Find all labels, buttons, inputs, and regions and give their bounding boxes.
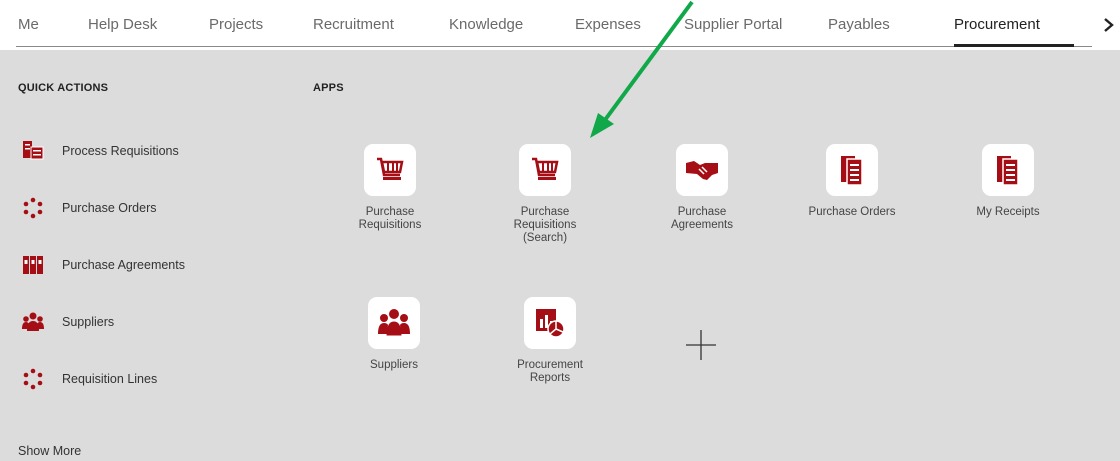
handshake-icon — [676, 144, 728, 196]
plus-icon[interactable] — [684, 328, 718, 362]
quick-action-label: Process Requisitions — [62, 144, 179, 158]
app-label: Purchase Requisitions — [358, 206, 422, 231]
chevron-right-icon[interactable] — [1098, 14, 1120, 36]
app-purchase-requisitions[interactable]: Purchase Requisitions — [340, 144, 440, 232]
quick-action-purchase-orders[interactable]: Purchase Orders — [22, 196, 156, 220]
quick-action-label: Suppliers — [62, 315, 115, 329]
document-icon — [982, 144, 1034, 196]
app-label: Purchase Agreements — [670, 206, 733, 231]
purchase-agreements-icon — [22, 254, 44, 276]
requisition-lines-icon — [22, 368, 44, 390]
active-tab-indicator — [954, 44, 1074, 47]
tab-me[interactable]: Me — [18, 16, 39, 33]
app-label: My Receipts — [976, 206, 1040, 218]
apps-title: APPS — [313, 82, 344, 94]
quick-action-label: Purchase Orders — [62, 201, 157, 215]
app-purchase-orders[interactable]: Purchase Orders — [799, 144, 905, 219]
quick-actions-title: QUICK ACTIONS — [18, 82, 109, 94]
quick-action-label: Purchase Agreements — [62, 258, 185, 272]
app-purchase-agreements[interactable]: Purchase Agreements — [652, 144, 752, 232]
show-more-link[interactable]: Show More — [18, 444, 81, 458]
app-label: Procurement Reports — [517, 359, 583, 384]
suppliers-icon — [22, 311, 44, 333]
top-navigation: Me Help Desk Projects Recruitment Knowle… — [0, 0, 1120, 50]
tab-projects[interactable]: Projects — [209, 16, 263, 33]
tab-knowledge[interactable]: Knowledge — [449, 16, 523, 33]
quick-action-label: Requisition Lines — [62, 372, 158, 386]
tab-recruitment[interactable]: Recruitment — [313, 16, 394, 33]
document-icon — [826, 144, 878, 196]
tab-procurement[interactable]: Procurement — [954, 16, 1040, 33]
quick-action-requisition-lines[interactable]: Requisition Lines — [22, 367, 157, 391]
tab-payables[interactable]: Payables — [828, 16, 890, 33]
quick-action-process-requisitions[interactable]: Process Requisitions — [22, 139, 179, 163]
purchase-orders-icon — [22, 197, 44, 219]
tab-supplier-portal[interactable]: Supplier Portal — [684, 16, 782, 33]
people-icon — [368, 297, 420, 349]
app-purchase-requisitions-search[interactable]: Purchase Requisitions (Search) — [495, 144, 595, 245]
cart-icon — [519, 144, 571, 196]
quick-action-purchase-agreements[interactable]: Purchase Agreements — [22, 253, 185, 277]
process-requisitions-icon — [22, 140, 44, 162]
app-procurement-reports[interactable]: Procurement Reports — [500, 297, 600, 385]
tab-help-desk[interactable]: Help Desk — [88, 16, 157, 33]
tab-expenses[interactable]: Expenses — [575, 16, 641, 33]
app-label: Suppliers — [370, 359, 418, 371]
app-suppliers[interactable]: Suppliers — [344, 297, 444, 372]
report-icon — [524, 297, 576, 349]
nav-divider — [16, 46, 1092, 47]
quick-action-suppliers[interactable]: Suppliers — [22, 310, 114, 334]
app-my-receipts[interactable]: My Receipts — [958, 144, 1058, 219]
app-label: Purchase Requisitions (Search) — [513, 206, 577, 244]
app-label: Purchase Orders — [808, 206, 896, 218]
cart-icon — [364, 144, 416, 196]
